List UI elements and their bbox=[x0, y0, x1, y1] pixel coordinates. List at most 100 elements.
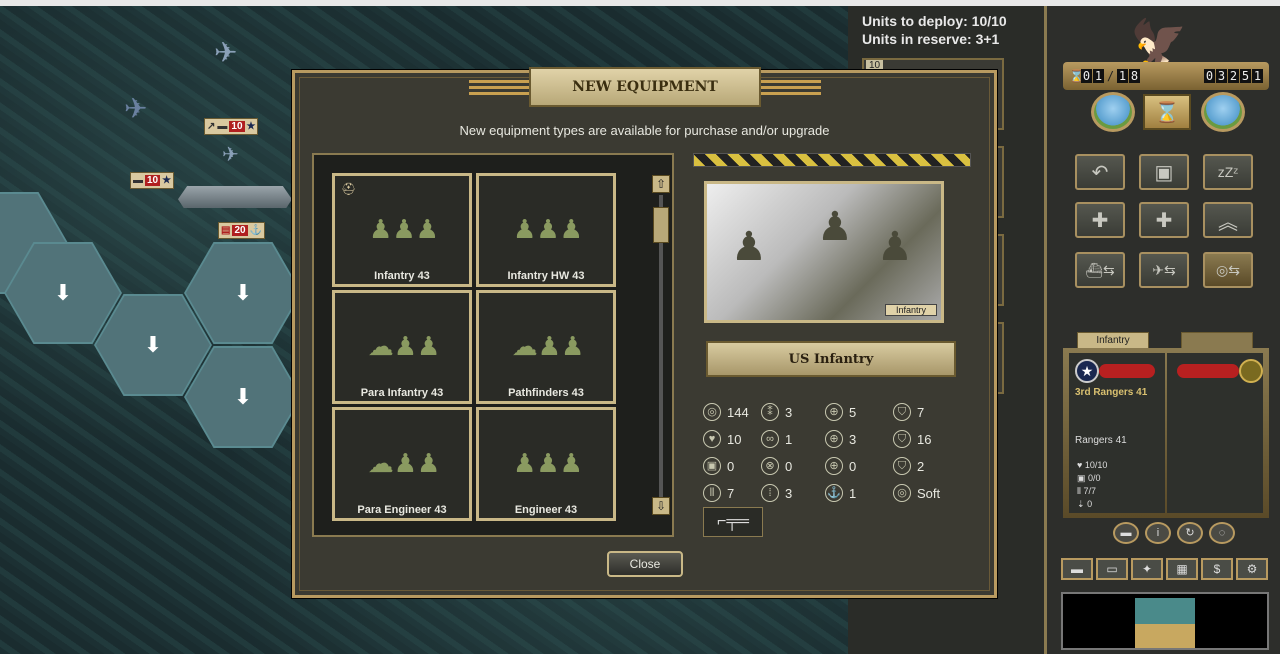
turn-bar: ⌛ 0 1 / 1 8 0 3 2 5 1 bbox=[1063, 62, 1269, 90]
unit-strength-tag[interactable]: ▤ 20 ⚓ bbox=[218, 222, 266, 239]
range-icon: ⁞ bbox=[761, 484, 779, 502]
elite-reinforce-button[interactable]: ✚ bbox=[1139, 202, 1189, 238]
unit-strength-value: 10 bbox=[145, 175, 161, 186]
ship-swap-icon: ⛴⇆ bbox=[1085, 261, 1115, 278]
unit-stats: ♥ 10/10 ▣ 0/0 ⦀ 7/7 ⇣ 0 bbox=[1077, 459, 1107, 511]
deploy-arrow-icon: ⬇ bbox=[233, 280, 253, 305]
bottom-toolbar: ▬ ▭ ✦ ▦ $ ⚙ bbox=[1061, 558, 1268, 580]
para-infantry-figure-icon: ☁♟♟ bbox=[367, 331, 441, 361]
soldier-icon: ♟ bbox=[817, 205, 853, 249]
wing-right-icon bbox=[761, 77, 821, 95]
air-attack-icon: ⊕ bbox=[825, 457, 843, 475]
vehicle-icon[interactable]: ▭ bbox=[1096, 558, 1128, 580]
stat-ammo: ⦀ 7 bbox=[703, 484, 734, 502]
star-icon: ★ bbox=[1075, 359, 1099, 383]
equipment-card[interactable]: ⛑ ♟♟♟ Infantry 43 bbox=[332, 173, 472, 287]
fuel-icon: ▣ bbox=[703, 457, 721, 475]
deploy-arrow-icon: ⬇ bbox=[233, 384, 253, 409]
dialog-title: NEW EQUIPMENT bbox=[529, 67, 761, 107]
ship-icon: ▬ bbox=[133, 175, 143, 186]
dollar-icon[interactable]: $ bbox=[1201, 558, 1233, 580]
binoculars-icon: ∞ bbox=[761, 430, 779, 448]
battleship-unit[interactable] bbox=[178, 186, 292, 208]
minimap[interactable] bbox=[1061, 592, 1269, 650]
equipment-card[interactable]: ☁♟♟ Para Engineer 43 bbox=[332, 407, 472, 521]
fighter-plane-unit[interactable]: ✈ bbox=[214, 36, 237, 69]
hard-attack-icon: ⊕ bbox=[825, 430, 843, 448]
deploy-arrow-icon: ⬇ bbox=[143, 332, 163, 357]
scroll-thumb[interactable] bbox=[653, 207, 669, 243]
equipment-label: Pathfinders 43 bbox=[508, 387, 584, 399]
unit-strength-tag[interactable]: ▬ 10 ★ bbox=[130, 172, 175, 189]
plus-icon: ✚ bbox=[1091, 209, 1109, 232]
prestige-counter: 0 3 2 5 1 bbox=[1204, 69, 1263, 83]
equipment-card[interactable]: ☁♟♟ Pathfinders 43 bbox=[476, 290, 616, 404]
stat-naval-attack: ⚓ 1 bbox=[825, 484, 856, 502]
stat-strength: ♥ 10 bbox=[703, 430, 741, 448]
dialog-subtitle: New equipment types are available for pu… bbox=[459, 123, 830, 138]
plane-swap-icon: ✈⇆ bbox=[1152, 261, 1176, 278]
equipment-label: Infantry 43 bbox=[374, 270, 430, 282]
target-type-icon: ◎ bbox=[893, 484, 911, 502]
scroll-up-button[interactable]: ⇧ bbox=[652, 175, 670, 193]
unit-card-secondary[interactable] bbox=[1167, 353, 1263, 513]
unit-card: ★ 3rd Rangers 41 Rangers 41 ♥ 10/10 ▣ 0/… bbox=[1063, 348, 1269, 518]
empty-slot-icon bbox=[1239, 359, 1263, 383]
stat-ground-defense: ⛉ 7 bbox=[893, 403, 924, 421]
end-turn-hourglass-button[interactable]: ⌛ bbox=[1143, 94, 1191, 130]
rank-bar bbox=[1099, 364, 1155, 378]
undo-button[interactable]: ↶ bbox=[1075, 154, 1125, 190]
equipment-card[interactable]: ♟♟♟ Engineer 43 bbox=[476, 407, 616, 521]
equipment-card[interactable]: ☁♟♟ Para Infantry 43 bbox=[332, 290, 472, 404]
engineer-figure-icon: ♟♟♟ bbox=[513, 448, 583, 478]
soldier-icon: ♟ bbox=[731, 225, 767, 269]
equipment-label: Infantry HW 43 bbox=[507, 270, 585, 282]
photo-caption: Infantry bbox=[884, 304, 937, 316]
stat-spotting: ∞ 1 bbox=[761, 430, 792, 448]
equipment-label: Engineer 43 bbox=[514, 504, 578, 516]
weapon-slot[interactable]: ⌐╤═ bbox=[703, 507, 763, 537]
mode-swap-button[interactable]: ◎⇆ bbox=[1203, 252, 1253, 288]
tank-view-icon[interactable]: ▬ bbox=[1113, 522, 1139, 544]
chat-icon[interactable]: ◌ bbox=[1209, 522, 1235, 544]
equipment-card[interactable]: ♟♟♟ Infantry HW 43 bbox=[476, 173, 616, 287]
equipment-scrollbar[interactable]: ⇧ ⇩ bbox=[652, 175, 670, 519]
sleep-button[interactable]: zZᶻ bbox=[1203, 154, 1253, 190]
unit-strength: 10/10 bbox=[1084, 460, 1108, 470]
pathfinders-figure-icon: ☁♟♟ bbox=[511, 331, 585, 361]
unit-card-primary[interactable]: ★ 3rd Rangers 41 Rangers 41 ♥ 10/10 ▣ 0/… bbox=[1069, 353, 1165, 513]
reinforce-button[interactable]: ✚ bbox=[1075, 202, 1125, 238]
ship-icon: ▬ bbox=[217, 121, 228, 132]
fighter-plane-unit[interactable]: ✈ bbox=[124, 92, 147, 125]
weather-forecast-icon[interactable] bbox=[1201, 92, 1245, 132]
scroll-down-button[interactable]: ⇩ bbox=[652, 497, 670, 515]
equipment-label: Para Infantry 43 bbox=[360, 387, 444, 399]
ammo-icon: ⦀ bbox=[703, 484, 721, 502]
unit-experience: 0 bbox=[1087, 499, 1093, 509]
info-icon[interactable]: i bbox=[1145, 522, 1171, 544]
artillery-icon[interactable]: ✦ bbox=[1131, 558, 1163, 580]
stat-cost: ◎ 144 bbox=[703, 403, 749, 421]
equipment-list[interactable]: ⛑ ♟♟♟ Infantry 43 ♟♟♟ Infantry HW 43 ☁♟♟… bbox=[312, 153, 674, 537]
spot-icon: ⊗ bbox=[761, 457, 779, 475]
grid-icon[interactable]: ▦ bbox=[1166, 558, 1198, 580]
gear-icon[interactable]: ⚙ bbox=[1236, 558, 1268, 580]
rotate-icon[interactable]: ↻ bbox=[1177, 522, 1203, 544]
stat-range: ⁞ 3 bbox=[761, 484, 792, 502]
unit-strength-tag[interactable]: ↗ ▬ 10 ★ bbox=[204, 118, 259, 135]
air-defense-icon: ⛉ bbox=[893, 430, 911, 448]
upgrade-button[interactable]: ︽ bbox=[1203, 202, 1253, 238]
embark-air-button[interactable]: ✈⇆ bbox=[1139, 252, 1189, 288]
weather-current-icon[interactable] bbox=[1091, 92, 1135, 132]
hazard-stripe bbox=[693, 153, 971, 167]
infantry-figure-icon: ♟♟♟ bbox=[369, 214, 439, 244]
fighter-plane-unit[interactable]: ✈ bbox=[222, 142, 239, 167]
resupply-button[interactable]: ▣ bbox=[1139, 154, 1189, 190]
embark-naval-button[interactable]: ⛴⇆ bbox=[1075, 252, 1125, 288]
tank-icon[interactable]: ▬ bbox=[1061, 558, 1093, 580]
stat-close-defense: ⛉ 2 bbox=[893, 457, 924, 475]
close-button[interactable]: Close bbox=[607, 551, 683, 577]
stat-hard-attack: ⊕ 3 bbox=[825, 430, 856, 448]
us-flag-icon: ▤ bbox=[221, 225, 231, 236]
rank-bar bbox=[1177, 364, 1239, 378]
